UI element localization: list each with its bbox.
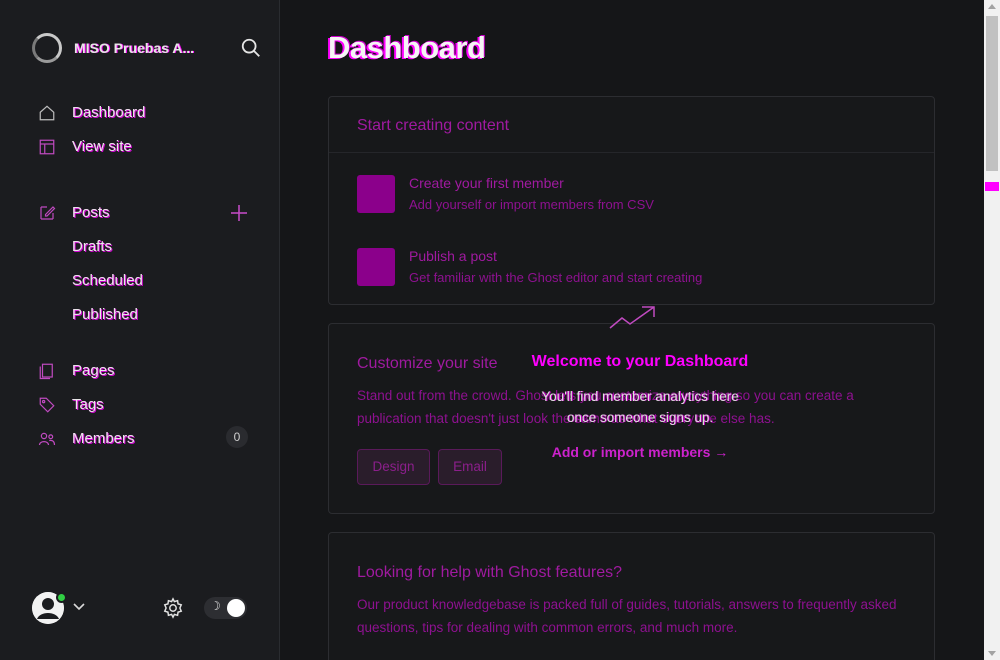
page-title: Dashboard bbox=[328, 30, 486, 65]
sidebar-item-pages[interactable]: Pages bbox=[38, 358, 258, 384]
sidebar-item-drafts[interactable]: Drafts bbox=[38, 234, 258, 260]
member-item-icon bbox=[357, 175, 395, 213]
sidebar-item-label: Members bbox=[72, 430, 135, 447]
trend-up-icon bbox=[609, 306, 655, 329]
card-title: Looking for help with Ghost features? bbox=[357, 564, 623, 581]
moon-icon: ☽ bbox=[210, 599, 221, 613]
help-card: Looking for help with Ghost features? Ou… bbox=[328, 532, 935, 660]
design-button[interactable]: Design bbox=[357, 449, 430, 485]
sidebar: MISO Pruebas A... Dashboard View site Po… bbox=[0, 0, 280, 660]
main-content: Dashboard Start creating content Create … bbox=[280, 0, 984, 660]
add-members-link[interactable]: Add or import members → bbox=[480, 444, 800, 460]
item-subtitle: Add yourself or import members from CSV bbox=[409, 197, 654, 212]
search-icon[interactable] bbox=[240, 37, 262, 59]
card-description: Our product knowledgebase is packed full… bbox=[357, 597, 897, 635]
members-count-badge: 0 bbox=[226, 426, 248, 448]
home-icon bbox=[39, 105, 55, 121]
post-item-icon bbox=[357, 248, 395, 286]
chevron-down-icon[interactable] bbox=[72, 600, 86, 614]
scroll-up-arrow-icon[interactable] bbox=[988, 4, 996, 9]
item-title: Create your first member bbox=[409, 175, 564, 191]
sidebar-item-scheduled[interactable]: Scheduled bbox=[38, 268, 258, 294]
sidebar-item-label: Posts bbox=[72, 204, 110, 221]
page-scrollbar[interactable] bbox=[984, 0, 1000, 660]
ghost-admin-app: MISO Pruebas A... Dashboard View site Po… bbox=[0, 0, 1000, 660]
sidebar-item-tags[interactable]: Tags bbox=[38, 392, 258, 418]
sidebar-item-view-site[interactable]: View site bbox=[38, 134, 258, 160]
sidebar-item-label: Published bbox=[72, 306, 138, 323]
sidebar-item-label: Dashboard bbox=[72, 104, 146, 121]
welcome-overlay: Welcome to your Dashboard You'll find me… bbox=[480, 300, 800, 470]
toggle-knob bbox=[227, 599, 245, 617]
scrollbar-thumb[interactable] bbox=[986, 16, 998, 171]
site-logo-icon bbox=[32, 33, 62, 63]
dark-mode-toggle[interactable]: ☽ bbox=[204, 597, 247, 619]
welcome-text: You'll find member analytics here once s… bbox=[541, 389, 739, 425]
sidebar-item-dashboard[interactable]: Dashboard bbox=[38, 100, 258, 126]
card-title: Customize your site bbox=[357, 355, 498, 372]
publish-post-item[interactable]: Publish a post Get familiar with the Gho… bbox=[357, 248, 917, 288]
sidebar-item-label: Tags bbox=[72, 396, 104, 413]
scroll-marker bbox=[985, 182, 999, 191]
gear-icon[interactable] bbox=[162, 597, 184, 619]
divider bbox=[329, 152, 934, 153]
new-post-plus-icon[interactable] bbox=[229, 203, 249, 223]
welcome-title: Welcome to your Dashboard bbox=[531, 353, 749, 370]
create-member-item[interactable]: Create your first member Add yourself or… bbox=[357, 175, 917, 215]
sidebar-item-published[interactable]: Published bbox=[38, 302, 258, 328]
scroll-down-arrow-icon[interactable] bbox=[988, 651, 996, 656]
start-creating-card: Start creating content Create your first… bbox=[328, 96, 935, 305]
site-name: MISO Pruebas A... bbox=[74, 40, 195, 56]
sidebar-item-label: Pages bbox=[72, 362, 115, 379]
item-title: Publish a post bbox=[409, 248, 497, 264]
card-title: Start creating content bbox=[357, 117, 510, 134]
sidebar-item-label: Scheduled bbox=[72, 272, 143, 289]
sidebar-item-label: Drafts bbox=[72, 238, 113, 255]
pages-icon bbox=[39, 363, 53, 380]
layout-icon bbox=[39, 139, 55, 155]
sidebar-item-posts[interactable]: Posts bbox=[38, 200, 258, 226]
edit-icon bbox=[40, 206, 56, 220]
tag-icon bbox=[39, 397, 55, 413]
online-status-dot bbox=[56, 592, 67, 603]
item-subtitle: Get familiar with the Ghost editor and s… bbox=[409, 270, 703, 285]
sidebar-item-members[interactable]: Members bbox=[38, 426, 258, 452]
site-brand[interactable]: MISO Pruebas A... bbox=[32, 33, 262, 63]
members-icon bbox=[38, 432, 56, 446]
sidebar-item-label: View site bbox=[72, 138, 132, 155]
